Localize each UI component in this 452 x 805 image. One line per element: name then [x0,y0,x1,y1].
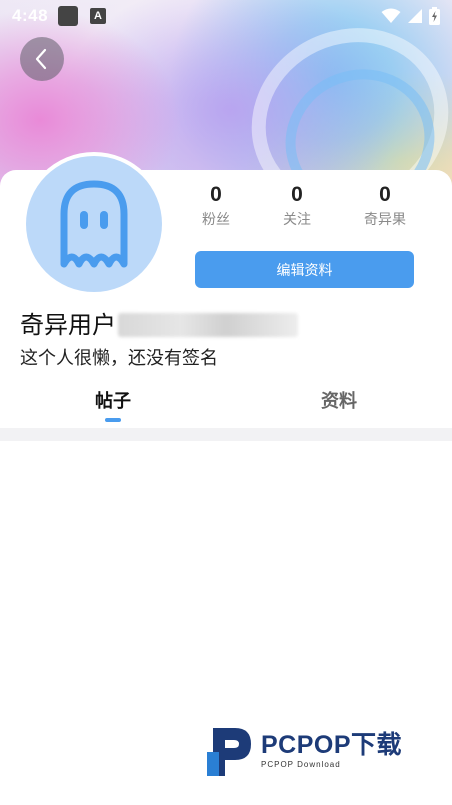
watermark-subtitle: PCPOP Download [261,760,341,769]
tab-profile-info[interactable]: 资料 [279,385,399,427]
username-redacted [118,313,298,337]
chevron-left-icon [35,48,47,70]
a-badge-icon: A [90,8,107,24]
battery-charging-icon [429,7,440,25]
status-bar: 4:48 A [0,0,452,32]
stat-value: 0 [291,183,303,206]
avatar[interactable] [22,152,166,296]
status-time: 4:48 [12,6,49,25]
status-indicators [381,7,440,25]
username-row: 奇异用户 [20,308,298,342]
profile-tabs: 帖子 资料 [0,385,452,427]
stat-label: 粉丝 [202,212,230,228]
tab-label: 帖子 [95,391,131,412]
stat-value: 0 [379,183,391,206]
profile-signature: 这个人很懒，还没有签名 [20,348,218,369]
app-square-icon [58,6,79,26]
signal-icon [408,9,422,23]
username: 奇异用户 [20,311,116,339]
ghost-icon [60,180,128,268]
back-button[interactable] [20,37,64,81]
watermark-title: PCPOP下载 [261,731,403,759]
wifi-icon [381,8,401,23]
stat-label: 关注 [283,212,311,228]
section-divider [0,428,452,441]
stat-value: 0 [210,183,222,206]
profile-stats: 0 粉丝 0 关注 0 奇异果 [176,181,426,241]
tab-active-indicator [105,418,121,422]
stat-label: 奇异果 [364,212,406,228]
stat-fans[interactable]: 0 粉丝 [176,181,256,229]
avatar-circle [26,156,162,292]
tab-posts[interactable]: 帖子 [53,385,173,427]
watermark: PCPOP下载 PCPOP Download [205,720,445,780]
stat-following[interactable]: 0 关注 [257,181,337,229]
stat-kiwi[interactable]: 0 奇异果 [345,181,425,229]
edit-profile-button[interactable]: 编辑资料 [195,251,414,288]
tab-label: 资料 [321,391,357,412]
pcpop-logo-icon [207,728,251,776]
